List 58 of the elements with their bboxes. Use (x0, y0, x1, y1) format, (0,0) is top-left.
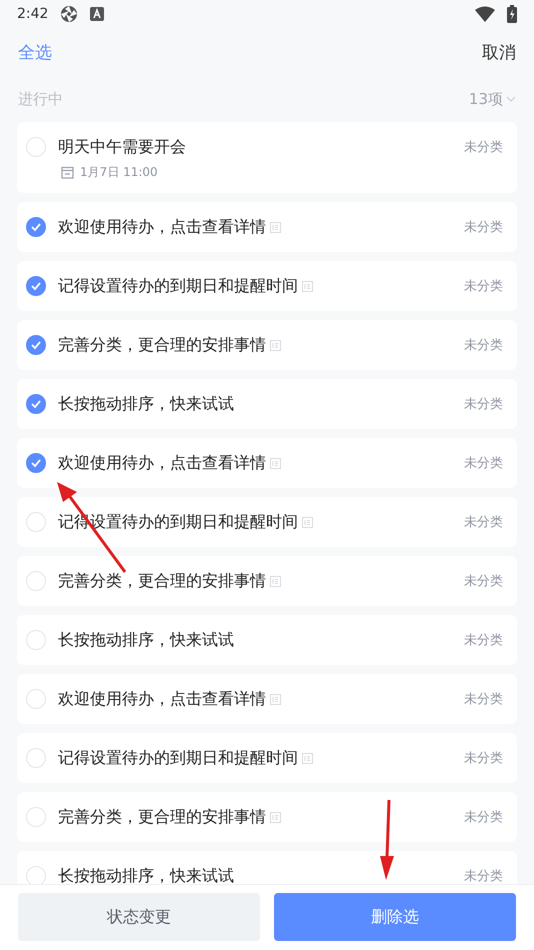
checkmark-icon (30, 340, 42, 350)
todo-card[interactable]: 欢迎使用待办，点击查看详情 未分类 (17, 674, 517, 724)
category-label: 未分类 (464, 868, 503, 884)
checkbox[interactable] (26, 276, 46, 296)
todo-card[interactable]: 长按拖动排序，快来试试 未分类 (17, 851, 517, 884)
todo-card[interactable]: 长按拖动排序，快来试试 未分类 (17, 615, 517, 665)
category-label: 未分类 (464, 632, 503, 649)
category-label: 未分类 (464, 514, 503, 531)
todo-title: 欢迎使用待办，点击查看详情 (58, 688, 266, 710)
todo-card[interactable]: 完善分类，更合理的安排事情 未分类 (17, 320, 517, 370)
battery-icon (507, 5, 517, 23)
wifi-icon (475, 6, 495, 22)
due-date: 1月7日 11:00 (80, 164, 158, 181)
checkbox[interactable] (26, 453, 46, 473)
todo-card[interactable]: 记得设置待办的到期日和提醒时间 未分类 (17, 733, 517, 783)
checkmark-icon (30, 281, 42, 291)
category-label: 未分类 (464, 396, 503, 413)
todo-title: 欢迎使用待办，点击查看详情 (58, 216, 266, 238)
checkbox[interactable] (26, 394, 46, 414)
checkmark-icon (30, 222, 42, 232)
category-label: 未分类 (464, 219, 503, 236)
checkbox[interactable] (26, 217, 46, 237)
todo-title: 完善分类，更合理的安排事情 (58, 334, 266, 356)
cancel-button[interactable]: 取消 (482, 40, 516, 64)
category-label: 未分类 (464, 278, 503, 295)
category-label: 未分类 (464, 809, 503, 826)
todo-title: 长按拖动排序，快来试试 (58, 630, 234, 650)
todo-title: 欢迎使用待办，点击查看详情 (58, 452, 266, 474)
todo-title: 明天中午需要开会 (58, 136, 186, 158)
aperture-icon (60, 5, 78, 23)
status-change-button[interactable]: 状态变更 (18, 893, 260, 941)
calendar-icon (61, 166, 74, 179)
checkmark-icon (30, 399, 42, 409)
category-label: 未分类 (464, 139, 503, 156)
todo-title: 长按拖动排序，快来试试 (58, 866, 234, 884)
checkbox[interactable] (26, 335, 46, 355)
category-label: 未分类 (464, 455, 503, 472)
todo-card[interactable]: 记得设置待办的到期日和提醒时间 未分类 (17, 261, 517, 311)
category-label: 未分类 (464, 691, 503, 708)
todo-title: 完善分类，更合理的安排事情 (58, 570, 266, 592)
status-time: 2:42 (17, 6, 48, 22)
todo-card[interactable]: 欢迎使用待办，点击查看详情 未分类 (17, 202, 517, 252)
todo-card[interactable]: 长按拖动排序，快来试试 未分类 (17, 379, 517, 429)
todo-card[interactable]: 明天中午需要开会 未分类 1月7日 11:00 (17, 122, 517, 193)
todo-title: 长按拖动排序，快来试试 (58, 394, 234, 414)
category-label: 未分类 (464, 337, 503, 354)
todo-card[interactable]: 完善分类，更合理的安排事情 未分类 (17, 792, 517, 842)
category-label: 未分类 (464, 573, 503, 590)
category-label: 未分类 (464, 750, 503, 767)
keyboard-a-icon (90, 7, 104, 21)
todo-title: 记得设置待办的到期日和提醒时间 (58, 748, 298, 768)
todo-title: 记得设置待办的到期日和提醒时间 (58, 276, 298, 296)
todo-card[interactable]: 欢迎使用待办，点击查看详情 未分类 (17, 438, 517, 488)
todo-card[interactable]: 完善分类，更合理的安排事情 未分类 (17, 556, 517, 606)
todo-title: 完善分类，更合理的安排事情 (58, 806, 266, 828)
section-title: 进行中 (18, 90, 63, 108)
chevron-down-icon (506, 96, 516, 102)
checkmark-icon (30, 458, 42, 468)
